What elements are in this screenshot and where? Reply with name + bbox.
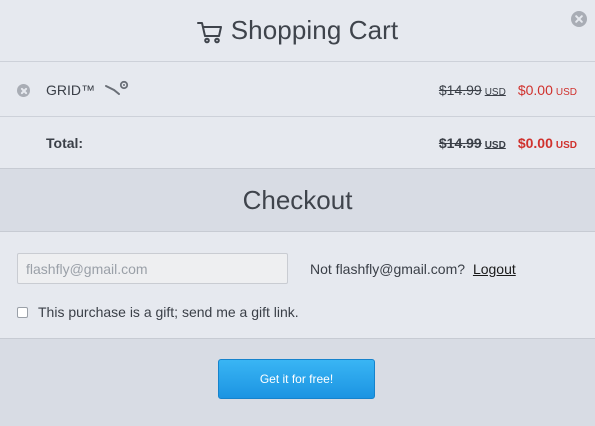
get-it-free-button[interactable]: Get it for free! — [218, 359, 375, 399]
item-price: $14.99 USD $0.00 USD — [439, 82, 577, 98]
cart-header: Shopping Cart — [0, 0, 595, 62]
cart-icon — [196, 21, 222, 43]
gift-label: This purchase is a gift; send me a gift … — [38, 304, 299, 320]
item-new-price: $0.00 USD — [517, 82, 577, 98]
checkout-header: Checkout — [0, 169, 595, 232]
remove-item-icon[interactable] — [17, 84, 30, 97]
logout-link[interactable]: Logout — [473, 261, 516, 277]
total-label: Total: — [46, 135, 84, 151]
total-new-price: $0.00 USD — [517, 135, 577, 151]
cart-title: Shopping Cart — [230, 15, 399, 45]
gift-option[interactable]: This purchase is a gift; send me a gift … — [17, 304, 299, 320]
cart-item-row: GRID™ $14.99 USD $0.00 USD — [0, 62, 595, 117]
total-old-price: $14.99 USD — [438, 135, 506, 151]
close-icon[interactable] — [571, 11, 587, 27]
checkout-body: Not flashfly@gmail.com? Logout This purc… — [0, 232, 595, 339]
not-user-text: Not flashfly@gmail.com? Logout — [310, 261, 516, 277]
email-input[interactable] — [17, 253, 288, 284]
item-name: GRID™ — [46, 82, 95, 98]
checkout-footer: Get it for free! — [0, 339, 595, 426]
total-price: $14.99 USD $0.00 USD — [439, 135, 577, 151]
gift-checkbox[interactable] — [17, 306, 28, 318]
checkout-title: Checkout — [242, 184, 353, 215]
total-row: Total: $14.99 USD $0.00 USD — [0, 117, 595, 169]
steam-icon — [105, 80, 129, 95]
shopping-cart-modal: Shopping Cart GRID™ $14.99 USD $0.00 USD T… — [0, 0, 595, 426]
item-old-price: $14.99 USD — [438, 82, 506, 98]
